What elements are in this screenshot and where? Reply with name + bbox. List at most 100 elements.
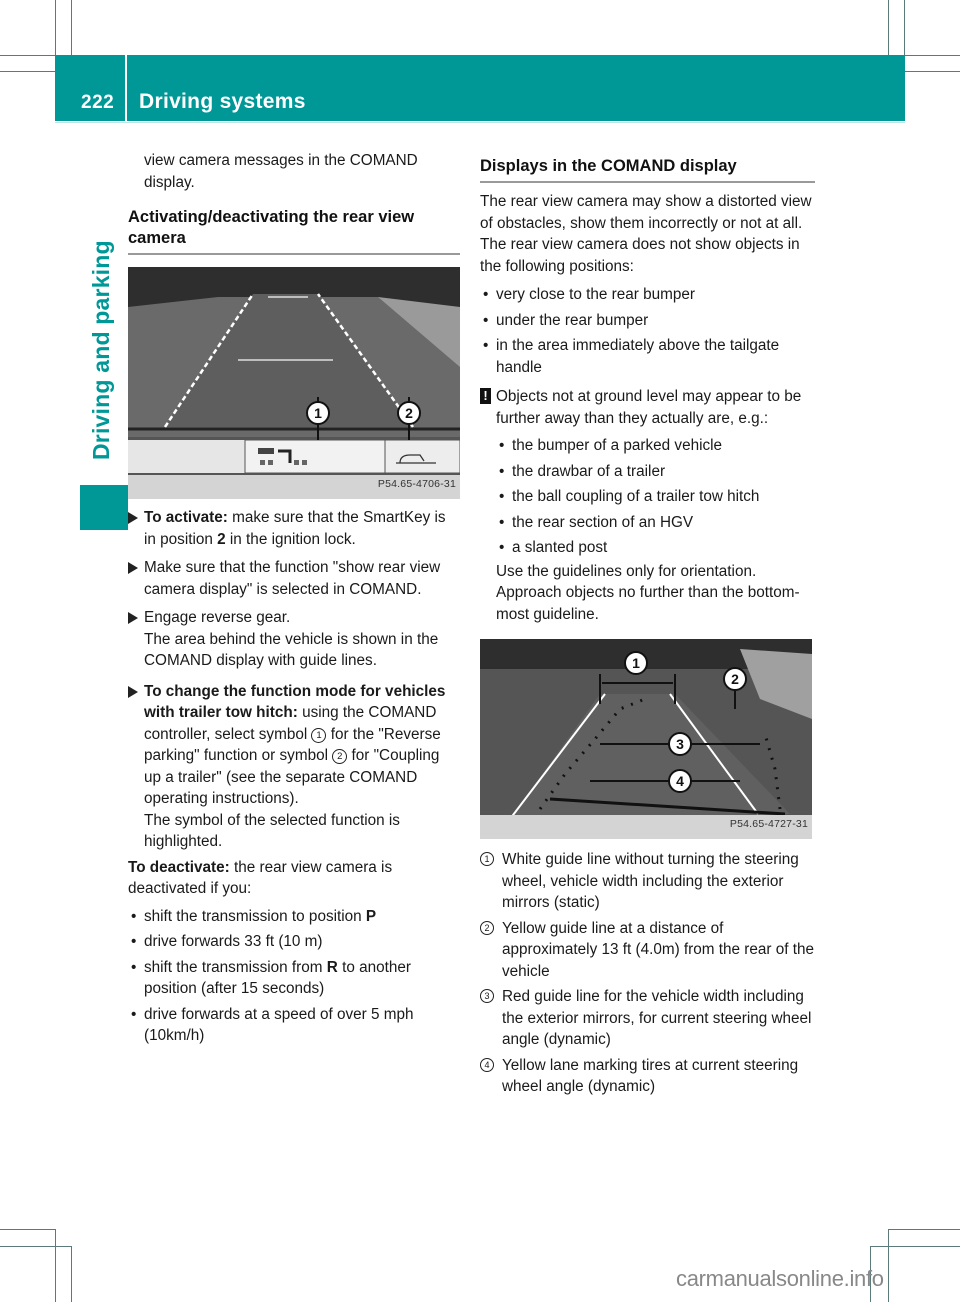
legend-text: White guide line without turning the ste…: [502, 851, 799, 911]
heading-rule: [128, 253, 460, 255]
step-lead: To activate:: [144, 509, 228, 526]
list-item: • the drawbar of a trailer: [496, 461, 815, 483]
list-item-text: shift the transmission from: [144, 958, 327, 976]
list-item-text: shift the transmission to position: [144, 907, 366, 925]
crop-mark: [870, 1246, 960, 1247]
crop-mark: [888, 1229, 889, 1302]
page-header: 222 Driving systems: [55, 55, 905, 123]
legend-item: 3 Red guide line for the vehicle width i…: [480, 986, 815, 1051]
warning-icon: !: [480, 388, 491, 404]
deactivate-lead: To deactivate:: [128, 858, 230, 876]
crop-mark: [905, 71, 960, 72]
bullet-icon: •: [499, 539, 505, 556]
instruction-step: To activate: make sure that the SmartKey…: [128, 507, 460, 550]
step-arrow-icon: [128, 562, 138, 574]
chapter-tab-marker: [80, 485, 128, 530]
figure-callout: 3: [668, 732, 692, 756]
page-number: 222: [81, 92, 115, 113]
crop-mark: [0, 55, 55, 56]
figure-callout: 1: [624, 651, 648, 675]
heading-rule: [480, 181, 815, 183]
list-item: • under the rear bumper: [480, 310, 815, 332]
list-item-text: a slanted post: [512, 539, 608, 556]
list-item: • shift the transmission to position P: [128, 906, 460, 928]
list-item-text: drive forwards 33 ft (10 m): [144, 933, 323, 950]
bullet-icon: •: [483, 337, 489, 354]
coupling-up-trailer-symbol: [384, 439, 460, 474]
list-item: • very close to the rear bumper: [480, 284, 815, 306]
bullet-icon: •: [499, 488, 505, 505]
symbol-ref: 1: [311, 727, 327, 743]
step-key-position: 2: [217, 530, 226, 548]
header-divider: [125, 55, 127, 121]
section-heading: Displays in the COMAND display: [480, 157, 737, 175]
section-title: Driving systems: [139, 90, 306, 113]
crop-mark: [71, 1246, 72, 1302]
list-item: • drive forwards 33 ft (10 m): [128, 931, 460, 953]
crop-mark: [55, 1229, 56, 1302]
list-item: • the bumper of a parked vehicle: [496, 435, 815, 457]
step-arrow-icon: [128, 612, 138, 624]
bullet-icon: •: [131, 1005, 137, 1023]
list-item-text: the rear section of an HGV: [512, 513, 694, 531]
list-item: • shift the transmission from R to anoth…: [128, 957, 460, 1000]
figure-id: P54.65-4706-31: [377, 477, 456, 490]
crop-mark: [888, 1229, 960, 1230]
step-result: The symbol of the selected function is h…: [144, 811, 400, 851]
list-item: • drive forwards at a speed of over 5 mp…: [128, 1004, 460, 1047]
gear-position: R: [326, 958, 338, 976]
figure-id: P54.65-4727-31: [729, 817, 808, 830]
legend-item: 4 Yellow lane marking tires at current s…: [480, 1055, 815, 1098]
bullet-icon: •: [131, 958, 137, 976]
legend-text: Red guide line for the vehicle width inc…: [502, 988, 812, 1048]
crop-mark: [0, 1246, 71, 1247]
chapter-title: Driving and parking: [88, 240, 114, 460]
legend-item: 2 Yellow guide line at a distance of app…: [480, 918, 815, 983]
bullet-icon: •: [131, 933, 137, 950]
step-arrow-icon: [128, 685, 138, 698]
legend-number: 1: [480, 852, 494, 866]
legend-number: 4: [480, 1057, 494, 1072]
legend-number: 3: [480, 989, 494, 1003]
step-result: The area behind the vehicle is shown in …: [144, 630, 439, 670]
figure-callout: 2: [723, 667, 747, 691]
figure-callout: 1: [306, 401, 330, 425]
crop-mark: [0, 71, 55, 72]
list-item: • the ball coupling of a trailer tow hit…: [496, 486, 815, 508]
intro-continuation: view camera messages in the COMAND displ…: [144, 152, 418, 191]
crop-mark: [55, 0, 56, 55]
section-heading: Activating/deactivating the rear view ca…: [128, 208, 415, 247]
reverse-parking-symbol: [244, 439, 386, 474]
warning-guidance: Use the guidelines only for orientation.…: [496, 562, 800, 623]
list-item: • the rear section of an HGV: [496, 512, 815, 534]
bullet-icon: •: [483, 311, 489, 329]
left-column: view camera messages in the COMAND displ…: [128, 150, 460, 1047]
watermark: carmanualsonline.info: [676, 1266, 884, 1291]
list-item: • in the area immediately above the tail…: [480, 335, 815, 378]
legend-item: 1 White guide line without turning the s…: [480, 849, 815, 914]
legend-text: Yellow guide line at a distance of appro…: [502, 919, 815, 980]
crop-mark: [888, 0, 889, 55]
list-item-text: the bumper of a parked vehicle: [512, 437, 723, 454]
crop-mark: [904, 0, 905, 55]
instruction-step: Make sure that the function "show rear v…: [128, 557, 460, 600]
bullet-icon: •: [499, 437, 505, 454]
bullet-icon: •: [131, 907, 137, 925]
camera-view-image: [128, 267, 460, 499]
bullet-icon: •: [483, 286, 489, 303]
instruction-step: Engage reverse gear. The area behind the…: [128, 607, 460, 672]
deactivate-paragraph: To deactivate: the rear view camera is d…: [128, 857, 460, 900]
list-item-text: under the rear bumper: [496, 311, 649, 329]
figure-callout: 4: [668, 769, 692, 793]
list-item-text: very close to the rear bumper: [496, 286, 695, 303]
legend-number: 2: [480, 920, 494, 935]
symbol-ref: 2: [332, 749, 348, 764]
rear-camera-figure-2: 1 2 3 4 P54.65-4727-31: [480, 639, 812, 839]
crop-mark: [905, 55, 960, 56]
step-text: Engage reverse gear.: [144, 609, 291, 626]
bullet-icon: •: [499, 513, 505, 531]
figure-callout: 2: [397, 401, 421, 425]
step-text: in the ignition lock.: [225, 530, 356, 548]
list-item-text: the drawbar of a trailer: [512, 462, 666, 480]
list-item-text: the ball coupling of a trailer tow hitch: [512, 488, 760, 505]
